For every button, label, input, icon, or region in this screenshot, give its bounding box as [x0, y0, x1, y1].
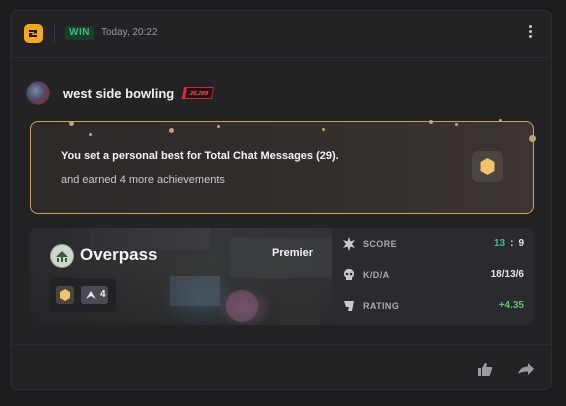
- share-icon[interactable]: [517, 361, 535, 377]
- stat-row-kda: K/D/A 18/13/6: [332, 264, 534, 288]
- map-panel[interactable]: Overpass Premier 4: [30, 228, 332, 325]
- achievement-banner[interactable]: You set a personal best for Total Chat M…: [30, 119, 536, 214]
- stat-label: RATING: [363, 301, 400, 311]
- kebab-menu-icon[interactable]: [527, 25, 533, 41]
- footer-divider: [11, 344, 551, 345]
- header-divider: [54, 25, 55, 43]
- stat-label: SCORE: [363, 239, 398, 249]
- rank-chevron-badge: 4: [81, 286, 108, 304]
- team-score: 13: [493, 238, 506, 249]
- card-header: WIN Today, 20:22: [11, 11, 551, 57]
- stat-row-score: SCORE 13:9: [332, 233, 534, 257]
- hexagon-medal-icon: [472, 151, 503, 182]
- premier-rating-badge: 26,289: [181, 87, 215, 99]
- game-mode: Premier: [272, 247, 313, 259]
- stat-value-rating: +4.35: [498, 300, 524, 311]
- stat-value: 18/13/6: [490, 269, 524, 280]
- map-name: Overpass: [80, 245, 158, 264]
- skull-icon: [344, 269, 354, 280]
- rating-icon: [344, 301, 354, 311]
- avatar[interactable]: [26, 81, 50, 105]
- faceit-logo-icon: [24, 24, 43, 43]
- stat-value-score: 13:9: [494, 238, 524, 249]
- stats-panel: SCORE 13:9 K/D/A 18/13/6 RATING +4.35: [332, 228, 534, 325]
- burst-icon: [343, 237, 355, 251]
- match-feed-card: WIN Today, 20:22 west side bowling 26,28…: [10, 10, 552, 390]
- match-time: Today, 20:22: [101, 27, 158, 38]
- stat-row-rating: RATING +4.35: [332, 295, 534, 319]
- achievement-subtitle: and earned 4 more achievements: [61, 174, 225, 186]
- header-divider-line: [11, 57, 551, 58]
- enemy-score: 9: [518, 238, 524, 249]
- match-badges: 4: [49, 278, 116, 312]
- username[interactable]: west side bowling: [63, 86, 174, 101]
- achievement-title: You set a personal best for Total Chat M…: [61, 150, 339, 162]
- result-badge: WIN: [65, 26, 94, 40]
- map-emblem-icon: [50, 244, 74, 268]
- thumbs-up-icon[interactable]: [477, 361, 493, 377]
- rank-chevron-number: 4: [100, 289, 106, 300]
- hexagon-medal-icon: [56, 286, 74, 304]
- stat-label: K/D/A: [363, 270, 390, 280]
- score-separator: :: [510, 238, 514, 249]
